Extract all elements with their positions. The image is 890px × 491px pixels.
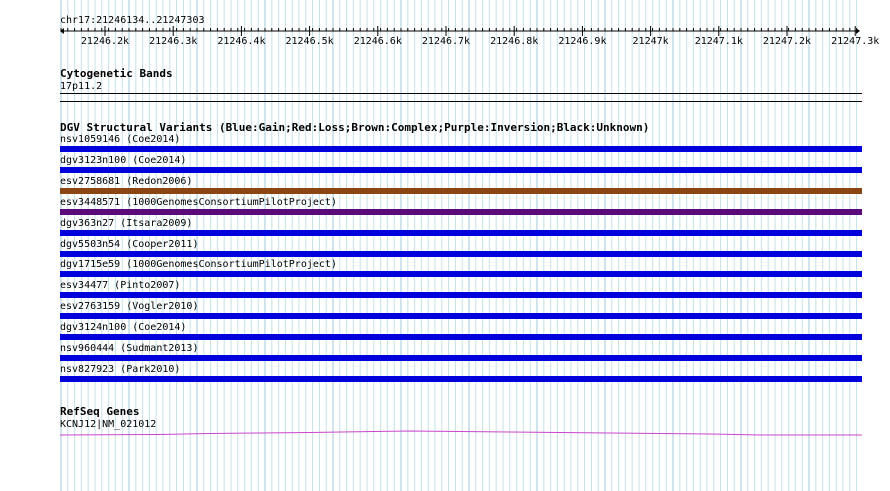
ruler-tick-label: 21246.3k [149, 36, 197, 47]
dgv-variant-label: nsv827923 (Park2010) [60, 363, 181, 375]
ruler-tick-label: 21246.7k [422, 36, 470, 47]
dgv-variant-bar[interactable] [60, 313, 862, 320]
dgv-variant-bar[interactable] [60, 229, 862, 236]
refseq-gene-line[interactable] [59, 430, 862, 436]
dgv-variant-bar[interactable] [60, 355, 862, 361]
dgv-variant-bar[interactable] [60, 146, 862, 152]
dgv-variant-label: dgv5503n54 (Cooper2011) [60, 238, 199, 250]
dgv-variant-bar[interactable] [60, 187, 862, 194]
dgv-variant-label: dgv363n27 (Itsara2009) [60, 217, 193, 229]
dgv-variant-label: esv34477 (Pinto2007) [60, 280, 181, 292]
ruler-tick-label: 21247.3k [831, 36, 879, 47]
ruler-tick-label: 21247k [633, 36, 669, 47]
dgv-variant-bar[interactable] [60, 271, 862, 278]
dgv-variant-bar[interactable] [60, 292, 862, 299]
dgv-track-title: DGV Structural Variants (Blue:Gain;Red:L… [60, 121, 650, 134]
ruler[interactable]: 21246.2k 21246.3k 21246.4k 21246.5k 21246.6k… [0, 24, 890, 48]
cytoband-band-line-top[interactable] [60, 93, 862, 94]
ruler-tick-label: 21246.6k [354, 36, 402, 47]
cytoband-band-line-bottom[interactable] [60, 101, 862, 102]
refseq-gene-feature[interactable] [0, 428, 890, 440]
dgv-variant-bar[interactable] [60, 208, 862, 215]
dgv-variant-label: nsv960444 (Sudmant2013) [60, 343, 199, 354]
ruler-tick-label: 21246.2k [81, 36, 129, 47]
dgv-variant-bar[interactable] [60, 334, 862, 341]
dgv-variant-label: esv2763159 (Vogler2010) [60, 301, 199, 313]
ruler-tick-label: 21246.9k [558, 36, 606, 47]
dgv-variant-bar[interactable] [60, 375, 862, 382]
ruler-tick-label: 21247.2k [763, 36, 811, 47]
cytoband-label: 17p11.2 [60, 81, 103, 92]
ruler-tick-label: 21246.4k [217, 36, 265, 47]
ruler-tick-label: 21246.8k [490, 36, 538, 47]
ruler-tick-label: 21246.5k [286, 36, 334, 47]
cytoband-track-title: Cytogenetic Bands [60, 67, 173, 80]
refseq-track-title: RefSeq Genes [60, 405, 140, 418]
dgv-variant-label: dgv3123n100 (Coe2014) [60, 154, 187, 166]
dgv-variant-label: esv2758681 (Redon2006) [60, 175, 193, 187]
ruler-tick-label: 21247.1k [695, 36, 743, 47]
dgv-variant-bar[interactable] [60, 166, 862, 173]
dgv-variant-label: dgv1715e59 (1000GenomesConsortiumPilotPr… [60, 259, 337, 271]
dgv-variant-label: nsv1059146 (Coe2014) [60, 134, 181, 145]
dgv-variant-label: dgv3124n100 (Coe2014) [60, 322, 187, 334]
dgv-variant-label: esv3448571 (1000GenomesConsortiumPilotPr… [60, 196, 337, 208]
dgv-variant-bar[interactable] [60, 250, 862, 257]
